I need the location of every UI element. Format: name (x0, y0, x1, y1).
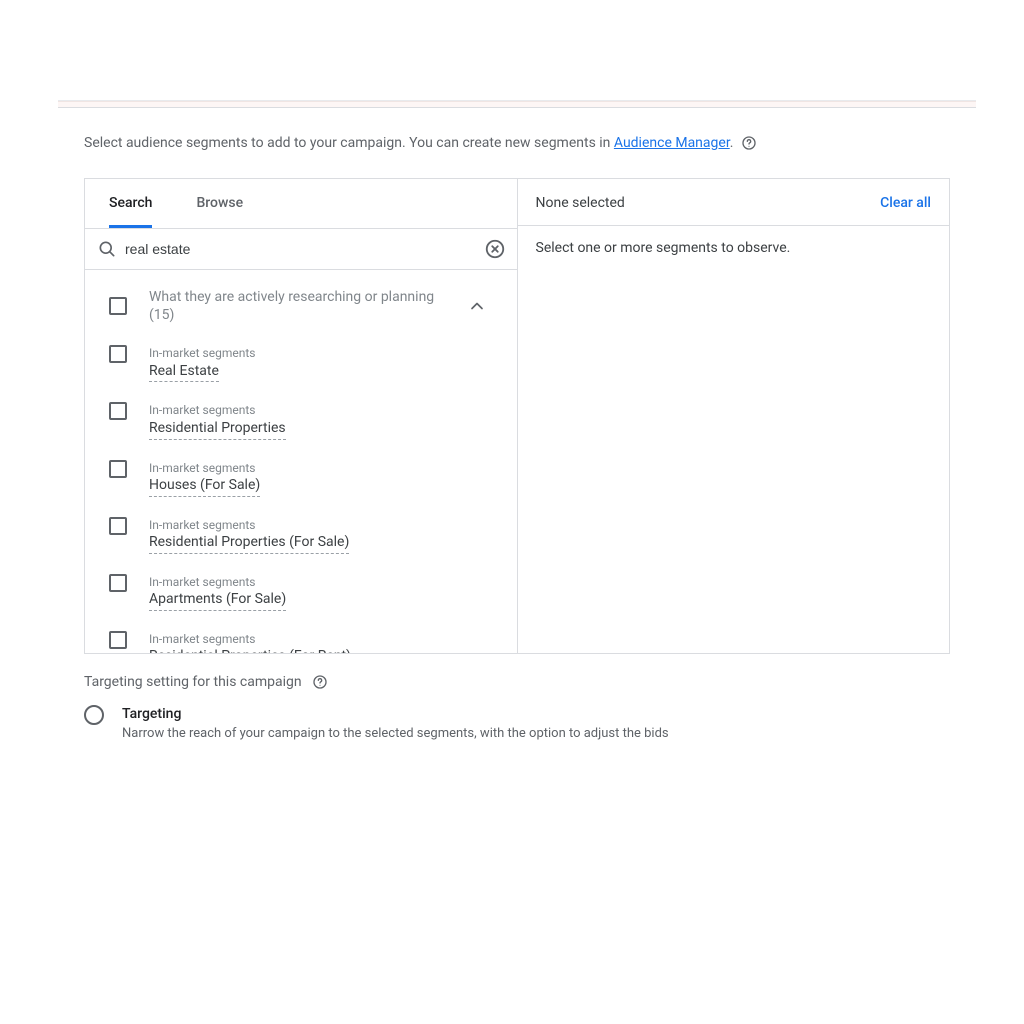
targeting-section: Targeting setting for this campaign Targ… (58, 654, 976, 747)
segments-panel: Search Browse (84, 178, 950, 654)
targeting-heading-text: Targeting setting for this campaign (84, 674, 302, 690)
segment-name: Residential Properties (149, 419, 286, 440)
segment-name: Houses (For Sale) (149, 476, 260, 497)
intro-suffix: . (730, 135, 734, 151)
radio-text: Targeting Narrow the reach of your campa… (122, 704, 669, 743)
targeting-heading: Targeting setting for this campaign (84, 674, 950, 690)
segment-checkbox[interactable] (109, 517, 127, 535)
group-title: What they are actively researching or pl… (149, 288, 465, 326)
clear-all-button[interactable]: Clear all (880, 195, 931, 211)
intro-prefix: Select audience segments to add to your … (84, 135, 614, 151)
group-checkbox[interactable] (109, 297, 127, 315)
segment-name: Apartments (For Sale) (149, 590, 286, 611)
radio-targeting[interactable] (84, 705, 104, 725)
segment-checkbox[interactable] (109, 402, 127, 420)
segment-checkbox[interactable] (109, 631, 127, 649)
tab-browse[interactable]: Browse (196, 179, 243, 228)
tabs-row: Search Browse (85, 179, 517, 229)
segment-group-header[interactable]: What they are actively researching or pl… (109, 278, 493, 336)
segment-row[interactable]: In-market segments Residential Propertie… (109, 392, 493, 449)
audience-segments-panel: Select audience segments to add to your … (58, 100, 976, 747)
help-icon[interactable] (312, 674, 328, 690)
help-icon[interactable] (741, 135, 757, 151)
segment-category: In-market segments (149, 631, 351, 647)
radio-title: Targeting (122, 704, 669, 725)
segment-row[interactable]: In-market segments Real Estate (109, 335, 493, 392)
segment-row[interactable]: In-market segments Residential Propertie… (109, 507, 493, 564)
segment-category: In-market segments (149, 574, 286, 590)
segments-right-pane: None selected Clear all Select one or mo… (518, 179, 950, 653)
segment-text: In-market segments Residential Propertie… (149, 631, 351, 653)
results-scroll[interactable]: What they are actively researching or pl… (85, 270, 517, 653)
segment-name: Residential Properties (For Rent) (149, 647, 351, 653)
segment-text: In-market segments Residential Propertie… (149, 402, 286, 439)
chevron-up-icon[interactable] (465, 294, 489, 318)
selected-count-label: None selected (536, 195, 625, 211)
search-icon (95, 237, 119, 261)
tab-search[interactable]: Search (109, 179, 152, 228)
segment-category: In-market segments (149, 460, 260, 476)
segments-left-pane: Search Browse (85, 179, 518, 653)
search-row (85, 229, 517, 270)
clear-search-icon[interactable] (481, 235, 509, 263)
search-input[interactable] (123, 235, 481, 263)
segment-name: Residential Properties (For Sale) (149, 533, 349, 554)
selected-header: None selected Clear all (518, 179, 950, 226)
segment-text: In-market segments Apartments (For Sale) (149, 574, 286, 611)
segment-text: In-market segments Residential Propertie… (149, 517, 349, 554)
segment-text: In-market segments Real Estate (149, 345, 255, 382)
segment-category: In-market segments (149, 517, 349, 533)
segment-row[interactable]: In-market segments Apartments (For Sale) (109, 564, 493, 621)
segment-category: In-market segments (149, 345, 255, 361)
audience-manager-link[interactable]: Audience Manager (614, 135, 730, 151)
segment-checkbox[interactable] (109, 460, 127, 478)
segment-row[interactable]: In-market segments Houses (For Sale) (109, 450, 493, 507)
segment-row[interactable]: In-market segments Residential Propertie… (109, 621, 493, 653)
selected-placeholder: Select one or more segments to observe. (518, 226, 950, 270)
segment-category: In-market segments (149, 402, 286, 418)
intro-text: Select audience segments to add to your … (58, 108, 976, 162)
segment-text: In-market segments Houses (For Sale) (149, 460, 260, 497)
segment-name: Real Estate (149, 362, 219, 383)
results-container: What they are actively researching or pl… (85, 270, 517, 653)
segment-checkbox[interactable] (109, 574, 127, 592)
radio-desc: Narrow the reach of your campaign to the… (122, 725, 669, 743)
segment-checkbox[interactable] (109, 345, 127, 363)
targeting-option-row[interactable]: Targeting Narrow the reach of your campa… (84, 690, 950, 747)
